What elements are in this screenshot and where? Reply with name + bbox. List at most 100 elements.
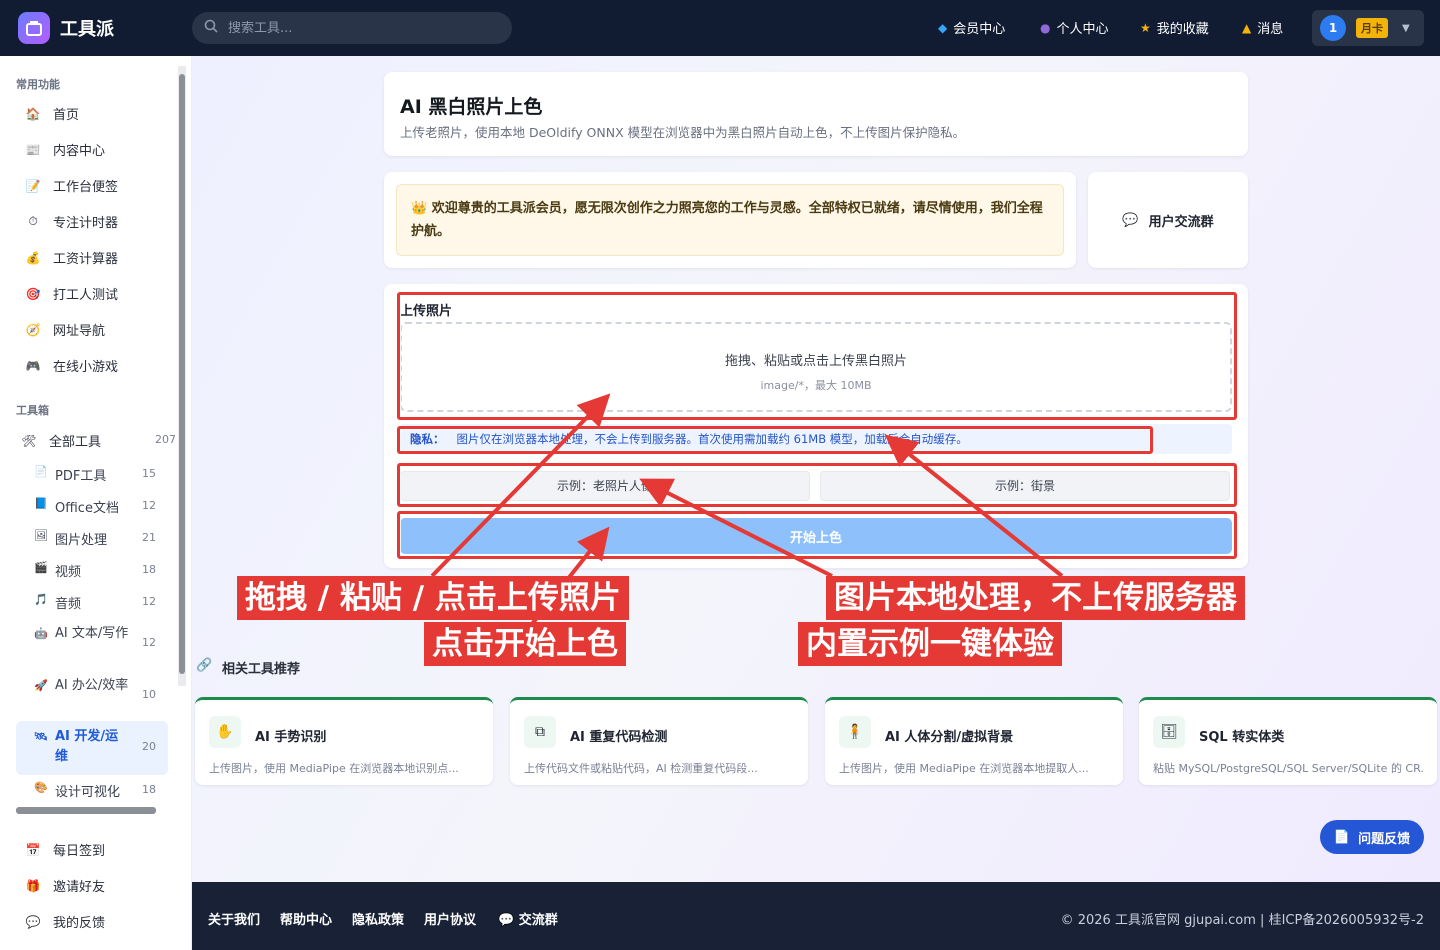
- callout-privacy: 图片本地处理，不上传服务器: [826, 576, 1245, 620]
- chat-icon: 💬: [498, 913, 519, 928]
- star-icon: ★: [1140, 20, 1151, 35]
- rocket-icon: 🚀: [34, 679, 48, 692]
- related-tools-title: 🔗 相关工具推荐: [196, 658, 301, 677]
- tool-desc: 上传图片，使用 MediaPipe 在浏览器本地提取人...: [839, 762, 1089, 775]
- tools-icon: 🛠: [21, 433, 37, 448]
- count-audio: 12: [142, 595, 156, 608]
- picture-icon: 🖼: [34, 529, 48, 542]
- count-office: 12: [142, 499, 156, 512]
- community-card[interactable]: 💬 用户交流群: [1088, 172, 1248, 268]
- sidebar-item-url-nav[interactable]: 🧭 网址导航: [24, 320, 106, 340]
- timer-icon: ⏱: [28, 214, 38, 228]
- bell-icon: ▲: [1242, 20, 1252, 35]
- crown-icon: 👑: [411, 201, 432, 216]
- section-title-common: 常用功能: [16, 78, 60, 91]
- clapper-icon: 🎬: [34, 561, 48, 574]
- user-icon: ●: [1040, 20, 1051, 35]
- diamond-icon: ◆: [938, 20, 948, 35]
- logo-icon[interactable]: [18, 12, 50, 44]
- tool-desc: 上传代码文件或粘贴代码，AI 检测重复代码段...: [524, 762, 758, 775]
- search-icon: [204, 19, 218, 37]
- speech-bubble-icon: 💬: [25, 914, 41, 929]
- count-design: 18: [142, 783, 156, 796]
- nav-member-center[interactable]: ◆ 会员中心: [938, 18, 1005, 38]
- plan-badge: 月卡: [1356, 18, 1388, 38]
- hand-icon: ✋: [209, 716, 241, 748]
- page-description: 上传老照片，使用本地 DeOldify ONNX 模型在浏览器中为黑白照片自动上…: [400, 125, 966, 140]
- nav-messages[interactable]: ▲ 消息: [1242, 18, 1283, 38]
- calendar-icon: 📅: [25, 842, 41, 857]
- sidebar-scroll-thumb[interactable]: [179, 74, 185, 674]
- count-image: 21: [142, 531, 156, 544]
- footer-link-terms[interactable]: 用户协议: [424, 909, 476, 928]
- sidebar-item-home[interactable]: 🏠 首页: [24, 104, 80, 124]
- annotation-box-privacy: [397, 426, 1153, 454]
- memo-icon: 📝: [25, 178, 41, 193]
- footer-link-help[interactable]: 帮助中心: [280, 909, 332, 928]
- sidebar-item-timer[interactable]: ⏱ 专注计时器: [24, 212, 118, 231]
- callout-upload: 拖拽 / 粘贴 / 点击上传照片: [237, 576, 629, 620]
- document-icon: 📄: [1333, 829, 1351, 845]
- footer-link-about[interactable]: 关于我们: [208, 909, 260, 928]
- tool-desc: 上传图片，使用 MediaPipe 在浏览器本地识别点...: [209, 762, 459, 775]
- section-title-toolbox: 工具箱: [16, 404, 49, 417]
- sidebar-item-salary[interactable]: 💰 工资计算器: [24, 248, 119, 268]
- office-icon: 📘: [34, 497, 48, 510]
- user-menu[interactable]: 1 月卡 ▼: [1312, 10, 1424, 46]
- tool-name: SQL 转实体类: [1199, 730, 1285, 745]
- tool-card-sql-entity[interactable]: 🗄 SQL 转实体类 粘贴 MySQL/PostgreSQL/SQL Serve…: [1139, 697, 1437, 785]
- tool-card-body-segment[interactable]: 🧍 AI 人体分割/虚拟背景 上传图片，使用 MediaPipe 在浏览器本地提…: [825, 697, 1123, 785]
- avatar: 1: [1320, 15, 1346, 41]
- footer: 关于我们 帮助中心 隐私政策 用户协议 💬 交流群 © 2026 工具派官网 g…: [192, 882, 1440, 950]
- annotation-box-start: [397, 511, 1237, 559]
- sidebar-item-invite[interactable]: 🎁 邀请好友: [24, 876, 106, 896]
- tool-card-gesture[interactable]: ✋ AI 手势识别 上传图片，使用 MediaPipe 在浏览器本地识别点...: [195, 697, 493, 785]
- sidebar-h-scrollbar[interactable]: [16, 807, 156, 814]
- database-icon: 🗄: [1153, 716, 1185, 748]
- tool-card-duplicate-code[interactable]: ⧉ AI 重复代码检测 上传代码文件或粘贴代码，AI 检测重复代码段...: [510, 697, 808, 785]
- count-ai-writing: 12: [142, 636, 156, 649]
- search-input[interactable]: [228, 20, 488, 36]
- count-pdf: 15: [142, 467, 156, 480]
- annotation-box-upload: [397, 292, 1237, 420]
- money-bag-icon: 💰: [25, 250, 41, 265]
- sidebar-item-content[interactable]: 📰 内容中心: [24, 140, 106, 160]
- main-content: AI 黑白照片上色 上传老照片，使用本地 DeOldify ONNX 模型在浏览…: [192, 56, 1440, 882]
- count-video: 18: [142, 563, 156, 576]
- sidebar-item-checkin[interactable]: 📅 每日签到: [24, 840, 106, 860]
- footer-link-privacy[interactable]: 隐私政策: [352, 909, 404, 928]
- music-note-icon: 🎵: [34, 593, 48, 606]
- count-all-tools: 207: [155, 433, 176, 446]
- header-card: AI 黑白照片上色 上传老照片，使用本地 DeOldify ONNX 模型在浏览…: [384, 72, 1248, 156]
- gamepad-icon: 🎮: [25, 358, 41, 373]
- link-icon: 🔗: [196, 658, 213, 673]
- search-box[interactable]: [192, 12, 512, 44]
- nav-favorites[interactable]: ★ 我的收藏: [1140, 18, 1209, 38]
- tool-name: AI 重复代码检测: [570, 730, 668, 745]
- sidebar-item-my-feedback[interactable]: 💬 我的反馈: [24, 912, 106, 932]
- page-title: AI 黑白照片上色: [400, 96, 543, 118]
- nav-profile[interactable]: ● 个人中心: [1040, 18, 1109, 38]
- app-name[interactable]: 工具派: [60, 15, 114, 41]
- copyright: © 2026 工具派官网 gjupai.com | 桂ICP备202600593…: [1060, 913, 1424, 928]
- sidebar-item-all-tools[interactable]: 🛠 全部工具: [20, 431, 101, 451]
- sidebar-item-games[interactable]: 🎮 在线小游戏: [24, 356, 119, 376]
- sidebar: 常用功能 🏠 首页 📰 内容中心 📝 工作台便签 ⏱ 专注计时器 💰 工资计算器 🎯 打工人…: [0, 56, 192, 950]
- footer-link-group[interactable]: 💬 交流群: [498, 909, 558, 928]
- feedback-button[interactable]: 📄 问题反馈: [1320, 820, 1424, 854]
- tool-name: AI 人体分割/虚拟背景: [885, 730, 1014, 745]
- tool-name: AI 手势识别: [255, 730, 327, 745]
- callout-samples: 内置示例一键体验: [798, 622, 1062, 666]
- newspaper-icon: 📰: [25, 142, 41, 157]
- tool-desc: 粘贴 MySQL/PostgreSQL/SQL Server/SQLite 的 …: [1153, 762, 1423, 775]
- person-icon: 🧍: [839, 716, 871, 748]
- satellite-icon: 🛰: [34, 730, 48, 743]
- sidebar-item-notes[interactable]: 📝 工作台便签: [24, 176, 119, 196]
- annotation-box-samples: [397, 463, 1237, 507]
- home-icon: 🏠: [25, 106, 41, 121]
- robot-icon: 🤖: [34, 627, 48, 640]
- sidebar-item-worker-test[interactable]: 🎯 打工人测试: [24, 284, 119, 304]
- count-ai-office: 10: [142, 688, 156, 701]
- target-icon: 🎯: [25, 286, 41, 301]
- welcome-card: 👑 欢迎尊贵的工具派会员，愿无限次创作之力照亮您的工作与灵感。全部特权已就绪，请…: [384, 172, 1076, 268]
